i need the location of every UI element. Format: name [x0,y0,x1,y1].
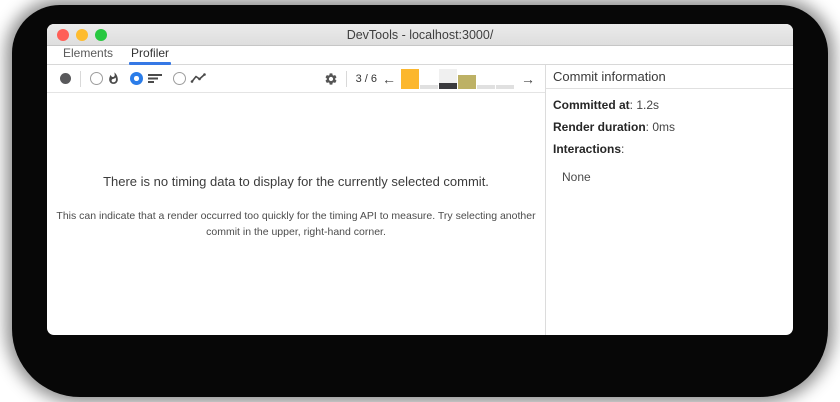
ranked-chart-icon [148,74,162,83]
active-tab-underline [129,62,172,65]
devtools-window: DevTools - localhost:3000/ Elements Prof… [47,24,793,335]
tab-profiler-label: Profiler [131,46,170,60]
no-data-message: There is no timing data to display for t… [47,93,545,335]
commit-bar[interactable] [496,69,514,89]
commit-info-body: Committed at: 1.2s Render duration: 0ms … [546,89,793,184]
tab-elements[interactable]: Elements [61,46,115,64]
commit-info-header: Commit information [546,65,793,89]
committed-at-field: Committed at: 1.2s [553,98,786,113]
commit-counter: 3 / 6 [355,72,377,85]
ranked-radio[interactable] [130,72,143,85]
commit-bar-selected[interactable] [439,69,457,89]
settings-gear-icon[interactable] [324,72,338,86]
close-window-button[interactable] [57,28,69,41]
zoom-window-button[interactable] [95,28,107,41]
screenshot-stage: DevTools - localhost:3000/ Elements Prof… [0,0,840,402]
no-data-title: There is no timing data to display for t… [103,173,489,189]
tab-profiler[interactable]: Profiler [129,46,172,65]
no-data-subtitle: This can indicate that a render occurred… [56,209,536,238]
profiler-panel: 3 / 6 ← → There is no timing data to dis… [47,65,545,335]
toolbar-divider [345,70,347,87]
devtools-body: 3 / 6 ← → There is no timing data to dis… [47,65,793,335]
render-duration-label: Render duration [553,120,646,134]
next-commit-arrow-icon[interactable]: → [521,72,535,86]
committed-at-value: : 1.2s [629,98,660,112]
render-duration-field: Render duration: 0ms [553,120,786,135]
profiler-toolbar: 3 / 6 ← → [47,65,545,93]
view-option-flamegraph[interactable] [90,72,120,85]
record-profile-button[interactable] [60,73,71,84]
traffic-lights [57,24,114,45]
commit-bar[interactable] [420,69,438,89]
interactions-label: Interactions [553,142,622,156]
committed-at-label: Committed at [553,98,630,112]
commit-bar[interactable] [401,69,419,89]
minimize-window-button[interactable] [76,28,88,41]
toolbar-divider [80,70,81,87]
commit-bar[interactable] [458,69,476,89]
commit-info-panel: Commit information Committed at: 1.2s Re… [545,65,793,335]
commit-bar-chart[interactable] [401,69,514,89]
render-duration-value: : 0ms [645,120,676,134]
window-title: DevTools - localhost:3000/ [346,27,494,42]
flamegraph-radio[interactable] [90,72,103,85]
view-option-ranked[interactable] [130,72,163,85]
titlebar: DevTools - localhost:3000/ [47,24,793,46]
interactions-icon [190,73,206,83]
interactions-radio[interactable] [173,72,186,85]
tab-bar: Elements Profiler [47,46,793,65]
view-option-interactions[interactable] [173,72,207,85]
flame-icon [109,72,118,84]
interactions-none-value: None [562,170,591,184]
interactions-colon: : [621,142,625,156]
interactions-field: Interactions: [553,142,786,157]
prev-commit-arrow-icon[interactable]: ← [382,72,396,86]
commit-bar[interactable] [477,69,495,89]
